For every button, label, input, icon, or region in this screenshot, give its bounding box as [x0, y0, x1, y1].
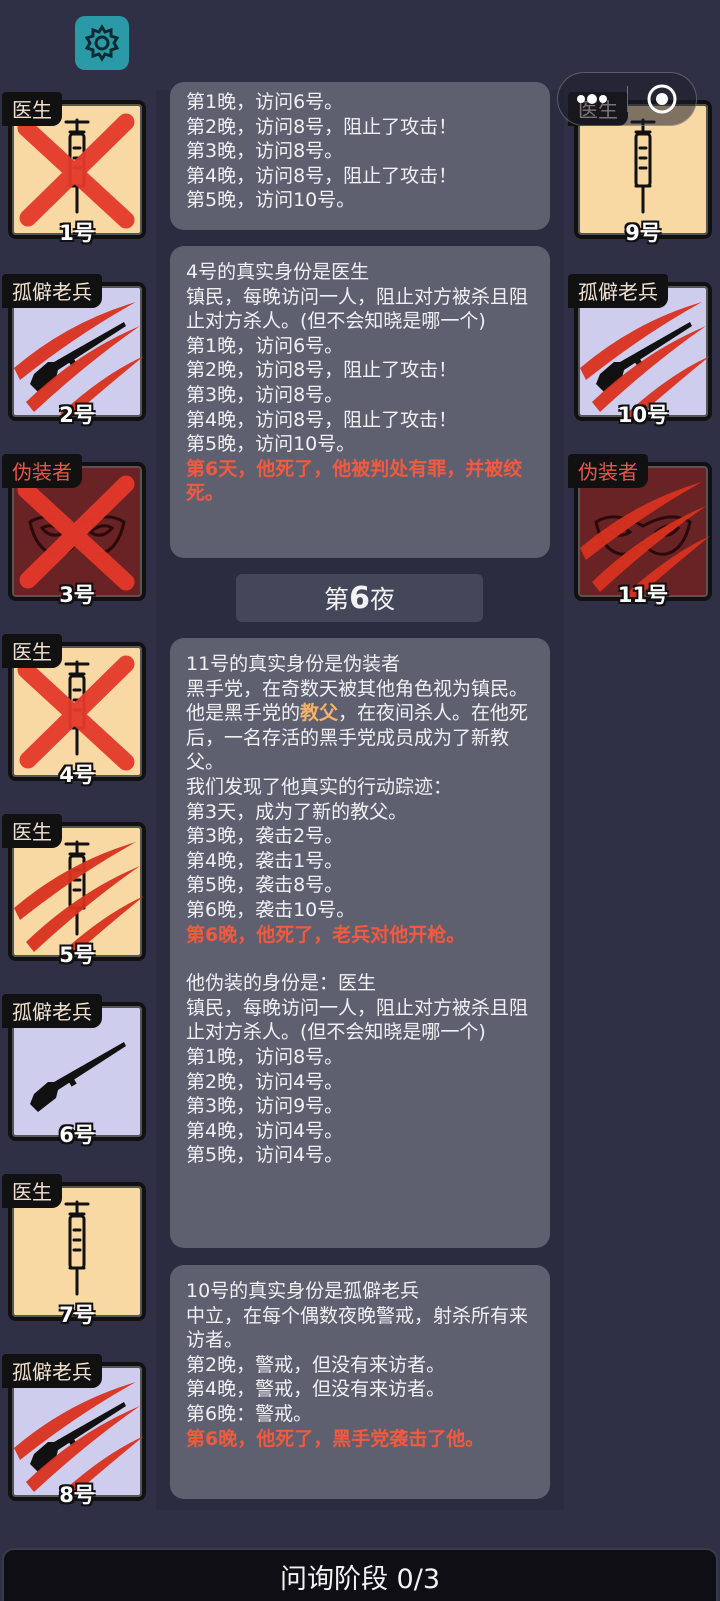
role-tag: 孤僻老兵	[568, 274, 668, 308]
log-line: 第3晚，访问9号。	[186, 1095, 344, 1118]
log-line: 第6晚：警戒。	[186, 1402, 313, 1425]
godfather-highlight: 教父	[300, 702, 339, 725]
log-line: 他是黑手党的教父，在夜间杀人。在他死后，一名存活的黑手党成员成为了新教父。	[186, 701, 534, 775]
log-line: 第3天，成为了新的教父。	[186, 800, 408, 823]
death-notice: 第6天，他死了，他被判处有罪，并被绞死。	[186, 457, 523, 505]
player-card[interactable]: 孤僻老兵 6号	[2, 994, 146, 1147]
log-line: 镇民，每晚访问一人，阻止对方被杀且阻止对方杀人。(但不会知晓是哪一个)	[186, 285, 529, 333]
phase-label: 问询阶段 0/3	[279, 1563, 441, 1595]
target-close-icon	[647, 84, 677, 114]
log-card-player-4: 4号的真实身份是医生 镇民，每晚访问一人，阻止对方被杀且阻止对方杀人。(但不会知晓…	[170, 246, 550, 558]
player-number: 9号	[625, 221, 661, 245]
player-number: 10号	[617, 403, 669, 427]
night-prefix: 第	[324, 585, 350, 614]
role-tag: 医生	[2, 634, 62, 668]
log-line: 第1晚，访问6号。	[186, 91, 344, 113]
player-card[interactable]: 医生 4号	[2, 634, 146, 787]
log-line: 镇民，每晚访问一人，阻止对方被杀且阻止对方杀人。(但不会知晓是哪一个)	[186, 996, 529, 1044]
player-number: 2号	[59, 403, 95, 427]
player-number: 8号	[59, 1483, 95, 1507]
player-card[interactable]: 医生 7号	[2, 1174, 146, 1327]
log-line: 4号的真实身份是医生	[186, 261, 370, 283]
role-tag: 伪装者	[2, 454, 82, 488]
log-line: 第2晚，访问8号，阻止了攻击！	[186, 359, 458, 382]
night-banner: 第6夜	[236, 574, 483, 622]
player-card[interactable]: 孤僻老兵 8号	[2, 1354, 146, 1507]
log-line: 第3晚，访问8号。	[186, 383, 344, 406]
log-card-player-11: 11号的真实身份是伪装者 黑手党，在奇数天被其他角色视为镇民。 他是黑手党的教父…	[170, 638, 550, 1248]
role-tag: 伪装者	[568, 454, 648, 488]
night-number: 6	[349, 580, 370, 616]
log-line: 第4晚，警戒，但没有来访者。	[186, 1378, 446, 1401]
player-number: 6号	[59, 1123, 95, 1147]
log-text: 他是黑手党的	[186, 702, 301, 725]
log-line: 第4晚，访问4号。	[186, 1119, 344, 1142]
player-number: 7号	[59, 1303, 95, 1327]
night-suffix: 夜	[369, 585, 395, 614]
player-card[interactable]: 伪装者 3号	[2, 454, 146, 607]
log-line: 第6晚，袭击10号。	[186, 898, 356, 921]
log-line: 第2晚，访问4号。	[186, 1070, 344, 1093]
log-line: 第2晚，访问8号，阻止了攻击！	[186, 115, 458, 138]
log-line: 11号的真实身份是伪装者	[186, 653, 401, 675]
gear-icon	[84, 24, 120, 62]
log-line: 黑手党，在奇数天被其他角色视为镇民。	[186, 677, 529, 700]
log-line: 第3晚，袭击2号。	[186, 825, 344, 848]
log-line: 第5晚，访问10号。	[186, 433, 356, 456]
player-number: 4号	[59, 763, 95, 787]
log-card-player-10: 10号的真实身份是孤僻老兵 中立，在每个偶数夜晚警戒，射杀所有来访者。 第2晚，警戒…	[170, 1265, 550, 1499]
log-line: 10号的真实身份是孤僻老兵	[186, 1280, 420, 1302]
player-number: 11号	[617, 583, 669, 607]
log-card-doctor-partial: 第1晚，访问6号。 第2晚，访问8号，阻止了攻击！ 第3晚，访问8号。 第4晚，访问8…	[170, 82, 550, 230]
role-tag: 医生	[2, 92, 62, 126]
log-line: 中立，在每个偶数夜晚警戒，射杀所有来访者。	[186, 1304, 529, 1352]
player-card[interactable]: 伪装者 11号	[568, 454, 712, 607]
player-card[interactable]: 医生 5号	[2, 814, 146, 967]
phase-indicator: 问询阶段 0/3	[2, 1548, 718, 1601]
log-line: 第5晚，袭击8号。	[186, 874, 344, 897]
role-tag: 医生	[2, 814, 62, 848]
death-notice: 第6晚，他死了，黑手党袭击了他。	[186, 1427, 485, 1450]
more-dots-icon	[577, 94, 608, 104]
role-tag: 孤僻老兵	[2, 274, 102, 308]
role-tag: 孤僻老兵	[2, 994, 102, 1028]
settings-button[interactable]	[75, 16, 129, 70]
player-card[interactable]: 孤僻老兵 2号	[2, 274, 146, 427]
log-line: 第5晚，访问10号。	[186, 189, 356, 212]
death-notice: 第6晚，他死了，老兵对他开枪。	[186, 923, 466, 946]
player-card[interactable]: 孤僻老兵 10号	[568, 274, 712, 427]
log-line: 他伪装的身份是：医生	[186, 972, 377, 995]
log-line: 第4晚，袭击1号。	[186, 849, 344, 872]
log-line: 第2晚，警戒，但没有来访者。	[186, 1353, 446, 1376]
player-card[interactable]: 医生 1号	[2, 92, 146, 245]
player-number: 5号	[59, 943, 95, 967]
player-number: 3号	[59, 583, 95, 607]
log-line: 我们发现了他真实的行动踪迹：	[186, 775, 453, 798]
mini-program-capsule	[557, 72, 697, 126]
log-line: 第5晚，访问4号。	[186, 1144, 344, 1167]
log-line: 第4晚，访问8号，阻止了攻击！	[186, 164, 458, 187]
log-line: 第1晚，访问6号。	[186, 334, 344, 357]
role-tag: 医生	[2, 1174, 62, 1208]
log-line: 第4晚，访问8号，阻止了攻击！	[186, 408, 458, 431]
role-tag: 孤僻老兵	[2, 1354, 102, 1388]
player-number: 1号	[59, 221, 95, 245]
log-line: 第3晚，访问8号。	[186, 140, 344, 163]
log-line: 第1晚，访问8号。	[186, 1045, 344, 1068]
close-mini-program-button[interactable]	[628, 82, 697, 116]
more-button[interactable]	[558, 92, 627, 106]
